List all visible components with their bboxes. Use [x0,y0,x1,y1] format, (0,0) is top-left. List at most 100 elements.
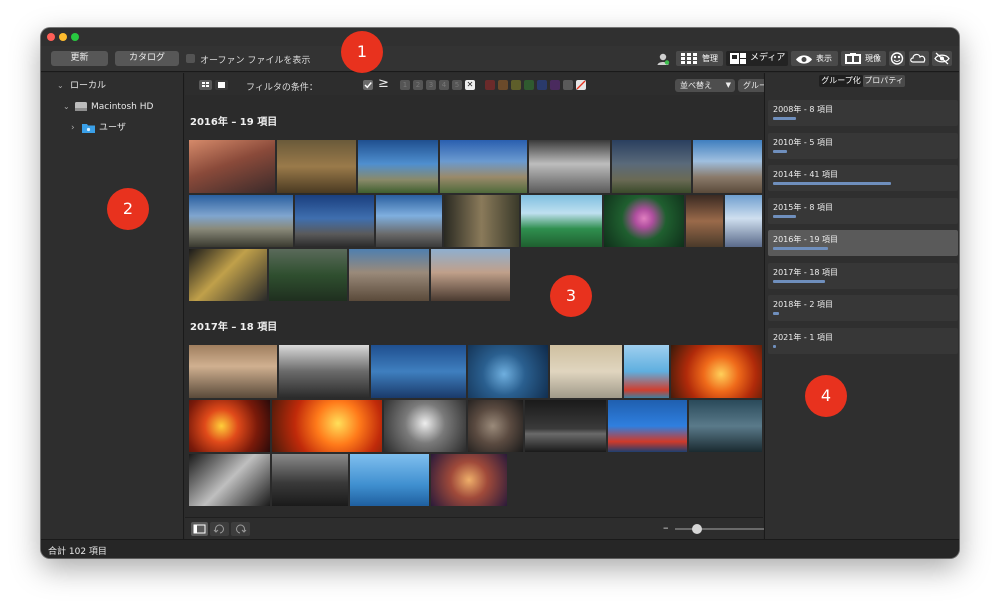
callout-3: 3 [550,275,592,317]
group-row[interactable]: 2018年 - 2 項目 [768,295,958,321]
thumbnail[interactable] [608,400,687,452]
thumbnail[interactable] [272,400,382,452]
zoom-out-label[interactable]: – [663,521,669,534]
local-label: ローカル [70,81,107,91]
thumbnail[interactable] [279,345,369,398]
rating-4[interactable]: 4 [439,80,449,90]
thumbnail[interactable] [686,195,723,247]
group-row[interactable]: 2015年 - 8 項目 [768,197,958,224]
no-label-filter[interactable] [576,80,586,90]
thumbnail[interactable] [376,195,442,247]
group-row[interactable]: 2010年 - 5 項目 [768,132,958,159]
thumbnail[interactable] [604,195,684,247]
rating-2[interactable]: 2 [413,80,423,90]
group-row[interactable]: 2021年 - 1 項目 [768,327,958,354]
thumbnail[interactable] [693,140,762,193]
thumbnail[interactable] [525,400,606,452]
reject-filter[interactable]: ✕ [465,80,475,90]
sort-dropdown[interactable]: 並べ替え ▼ [675,79,735,92]
thumbnail[interactable] [444,195,519,247]
thumbnail[interactable] [612,140,691,193]
chevron-down-icon[interactable]: ⌄ [57,79,64,93]
thumbnail[interactable] [468,400,523,452]
thumbnail[interactable] [189,345,277,398]
thumbnail[interactable] [431,454,507,506]
thumbnail[interactable] [272,454,348,506]
sidebar-toggle-icon[interactable] [191,522,208,536]
thumbnail[interactable] [189,400,270,452]
zoom-slider-knob[interactable] [692,524,702,534]
callout-4: 4 [805,375,847,417]
chevron-right-icon[interactable]: › [71,121,75,135]
thumbnail[interactable] [725,195,762,247]
thumbnail[interactable] [371,345,466,398]
zoom-window-button[interactable] [71,33,79,41]
thumbnail[interactable] [468,345,548,398]
thumbnail[interactable] [350,454,429,506]
grid-view-button[interactable] [199,80,212,90]
label-blue[interactable] [537,80,547,90]
thumbnail[interactable] [189,195,293,247]
users-label: ユーザ [99,123,126,133]
label-orange[interactable] [498,80,508,90]
group-row[interactable]: 2016年 - 19 項目 [768,230,958,256]
rotate-left-icon[interactable] [210,522,229,536]
effects-icon[interactable] [889,51,905,66]
group-row[interactable]: 2017年 - 18 項目 [768,262,958,289]
thumbnail[interactable] [431,249,510,301]
media-mode-button[interactable]: メディア [726,51,788,66]
chevron-down-icon[interactable]: ⌄ [63,100,70,114]
thumbnail[interactable] [277,140,356,193]
develop-mode-button[interactable]: 現像 [841,51,886,66]
thumbnail[interactable] [189,249,267,301]
label-green[interactable] [524,80,534,90]
right-panel: グループ化 プロパティ 2008年 - 8 項目 2010年 - 5 項目 2014… [764,73,959,539]
tab-grouping[interactable]: グループ化 [819,75,863,87]
label-yellow[interactable] [511,80,521,90]
tab-properties[interactable]: プロパティ [863,75,905,87]
group-count-bar [773,279,825,283]
minimize-window-button[interactable] [59,33,67,41]
rating-1[interactable]: 1 [400,80,410,90]
dropdown-arrow-icon: ▼ [725,81,731,89]
gte-operator[interactable]: ≥ [378,76,389,91]
thumbnail[interactable] [189,454,270,506]
group-count-bar [773,214,796,218]
checkmark-icon[interactable] [363,80,373,90]
label-gray[interactable] [563,80,573,90]
single-view-button[interactable] [215,80,228,90]
thumbnail[interactable] [358,140,438,193]
thumbnail[interactable] [189,140,275,193]
thumbnail[interactable] [295,195,374,247]
zoom-slider-track[interactable] [675,524,771,534]
group-row[interactable]: 2014年 - 41 項目 [768,165,958,191]
thumbnail[interactable] [384,400,466,452]
catalog-button[interactable]: カタログ [115,51,179,66]
label-red[interactable] [485,80,495,90]
thumbnail[interactable] [689,400,762,452]
person-icon[interactable] [656,52,670,66]
orphan-files-checkbox[interactable] [186,54,195,63]
cloud-icon[interactable] [909,51,929,66]
thumbnail[interactable] [440,140,527,193]
view-mode-button[interactable]: 表示 [791,51,838,66]
callout-2: 2 [107,188,149,230]
close-window-button[interactable] [47,33,55,41]
rating-5[interactable]: 5 [452,80,462,90]
thumbnail[interactable] [624,345,669,398]
eye-icon [795,54,813,69]
rotate-right-icon[interactable] [231,522,250,536]
label-purple[interactable] [550,80,560,90]
hide-eye-icon[interactable] [932,51,952,66]
manage-mode-button[interactable]: 管理 [676,51,723,66]
thumbnail[interactable] [521,195,602,247]
status-bar: 合計 102 項目 [41,539,959,558]
refresh-button[interactable]: 更新 [51,51,108,66]
rating-3[interactable]: 3 [426,80,436,90]
thumbnail[interactable] [671,345,762,398]
thumbnail[interactable] [269,249,347,301]
thumbnail[interactable] [529,140,610,193]
thumbnail[interactable] [349,249,429,301]
thumbnail[interactable] [550,345,622,398]
group-row[interactable]: 2008年 - 8 項目 [768,100,958,126]
